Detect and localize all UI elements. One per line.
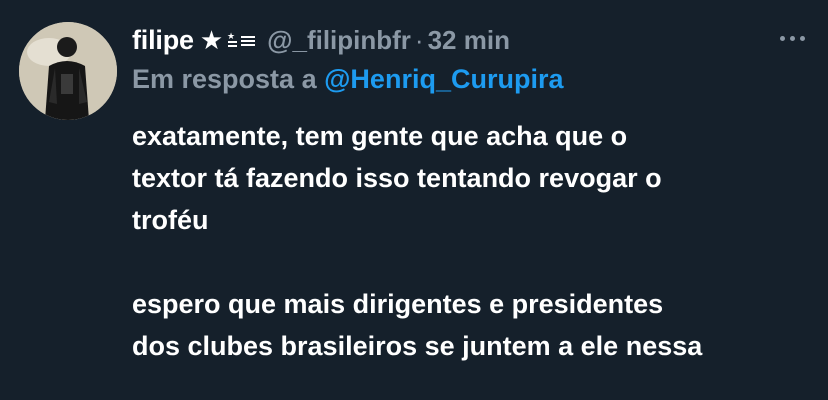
author-handle[interactable]: @_filipinbfr	[267, 25, 411, 56]
tweet-header: filipe ★ ★ @_filipinbfr · 32 min	[132, 20, 510, 60]
more-dot	[779, 35, 785, 41]
tweet-text-line: espero que mais dirigentes e presidentes	[132, 289, 664, 319]
reply-prefix: Em resposta a	[132, 64, 317, 94]
tweet-text-line: textor tá fazendo isso tentando revogar …	[132, 163, 662, 193]
tweet-text-line: troféu	[132, 205, 209, 235]
reply-context: Em resposta a @Henriq_Curupira	[132, 64, 563, 95]
tweet-text-line: exatamente, tem gente que acha que o	[132, 121, 628, 151]
avatar-photo	[19, 22, 117, 120]
avatar[interactable]	[19, 22, 117, 120]
tweet-paragraph: exatamente, tem gente que acha que o tex…	[132, 115, 812, 241]
header-separator: ·	[414, 24, 424, 55]
tweet-timestamp[interactable]: 32 min	[428, 25, 510, 56]
star-icon: ★	[199, 25, 224, 55]
tweet-card: filipe ★ ★ @_filipinbfr · 32 min Em resp…	[0, 0, 828, 400]
tweet-paragraph: espero que mais dirigentes e presidentes…	[132, 283, 812, 367]
svg-text:★: ★	[227, 32, 235, 42]
author-display-name[interactable]: filipe	[132, 25, 194, 56]
tweet-text: exatamente, tem gente que acha que o tex…	[132, 115, 812, 367]
more-dot	[799, 35, 805, 41]
more-options-icon[interactable]	[772, 26, 812, 50]
more-dot	[789, 35, 795, 41]
reply-handle-link[interactable]: @Henriq_Curupira	[324, 64, 563, 94]
tweet-text-line: dos clubes brasileiros se juntem a ele n…	[132, 331, 703, 361]
flag-icon: ★	[227, 30, 259, 50]
